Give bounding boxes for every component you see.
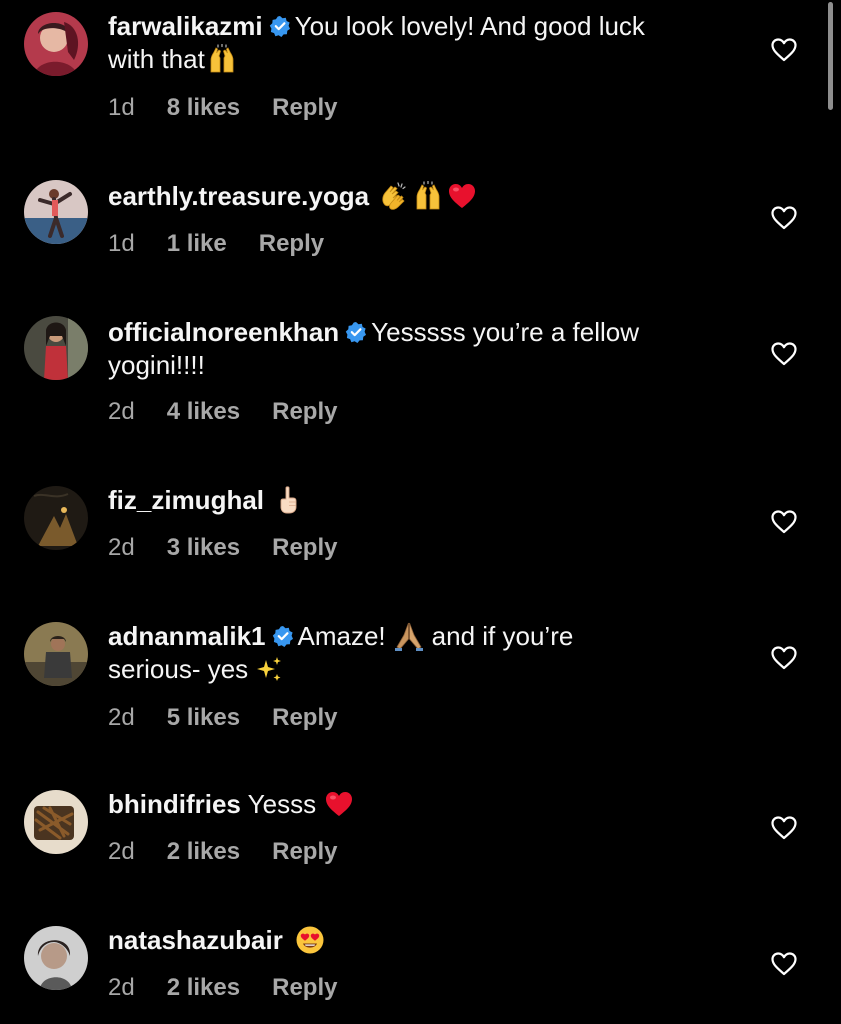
heart-outline-icon[interactable] bbox=[771, 952, 797, 976]
reply-button[interactable]: Reply bbox=[272, 94, 337, 121]
comment-username[interactable]: natashazubair bbox=[108, 925, 283, 955]
avatar[interactable] bbox=[24, 316, 88, 380]
clapping-hands-icon bbox=[379, 181, 409, 211]
heart-outline-icon[interactable] bbox=[771, 646, 797, 670]
comment-meta: 2d 3 likes Reply bbox=[108, 534, 369, 562]
comment-text: Amaze! bbox=[297, 621, 386, 651]
reply-button[interactable]: Reply bbox=[259, 230, 324, 257]
avatar[interactable] bbox=[24, 12, 88, 76]
comment-body: adnanmalik1 Amaze! and if you’re serious- … bbox=[108, 620, 748, 686]
comment-username[interactable]: bhindifries bbox=[108, 789, 241, 819]
comment-meta: 1d 1 like Reply bbox=[108, 230, 356, 258]
comment-meta: 2d 2 likes Reply bbox=[108, 974, 369, 1002]
reply-button[interactable]: Reply bbox=[272, 704, 337, 731]
avatar[interactable] bbox=[24, 790, 88, 854]
likes-count[interactable]: 3 likes bbox=[167, 534, 240, 561]
reply-button[interactable]: Reply bbox=[272, 838, 337, 865]
heart-outline-icon[interactable] bbox=[771, 816, 797, 840]
reply-button[interactable]: Reply bbox=[272, 974, 337, 1001]
comment-text: yogini!!!! bbox=[108, 350, 205, 380]
comment-body: natashazubair bbox=[108, 924, 748, 957]
raising-hands-icon bbox=[207, 44, 237, 74]
comment-text: Yesssss you’re a fellow bbox=[371, 317, 639, 347]
likes-count[interactable]: 5 likes bbox=[167, 704, 240, 731]
comment-body: earthly.treasure.yoga bbox=[108, 180, 748, 213]
comment-text: You look lovely! And good luck bbox=[294, 11, 645, 41]
verified-badge-icon bbox=[269, 15, 291, 37]
heart-outline-icon[interactable] bbox=[771, 510, 797, 534]
comment-meta: 1d 8 likes Reply bbox=[108, 94, 369, 122]
heart-outline-icon[interactable] bbox=[771, 206, 797, 230]
avatar[interactable] bbox=[24, 622, 88, 686]
comment-timestamp: 1d bbox=[108, 230, 135, 257]
likes-count[interactable]: 2 likes bbox=[167, 838, 240, 865]
avatar[interactable] bbox=[24, 180, 88, 244]
comment-body: farwalikazmi You look lovely! And good lu… bbox=[108, 10, 748, 76]
comment-username[interactable]: officialnoreenkhan bbox=[108, 317, 339, 347]
verified-badge-icon bbox=[272, 625, 294, 647]
index-pointing-up-icon bbox=[274, 485, 304, 515]
comment-text: with that bbox=[108, 44, 205, 74]
verified-badge-icon bbox=[345, 321, 367, 343]
heart-outline-icon[interactable] bbox=[771, 38, 797, 62]
reply-button[interactable]: Reply bbox=[272, 534, 337, 561]
raising-hands-icon bbox=[413, 181, 443, 211]
comment-meta: 2d 2 likes Reply bbox=[108, 838, 369, 866]
scrollbar[interactable] bbox=[828, 2, 833, 110]
comment-body: fiz_zimughal bbox=[108, 484, 748, 517]
likes-count[interactable]: 8 likes bbox=[167, 94, 240, 121]
red-heart-icon bbox=[324, 789, 354, 819]
comment-body: bhindifries Yesss bbox=[108, 788, 748, 821]
comment-timestamp: 2d bbox=[108, 534, 135, 561]
comment-timestamp: 2d bbox=[108, 398, 135, 425]
comment-timestamp: 2d bbox=[108, 974, 135, 1001]
comment-timestamp: 2d bbox=[108, 704, 135, 731]
avatar[interactable] bbox=[24, 926, 88, 990]
comment-meta: 2d 5 likes Reply bbox=[108, 704, 369, 732]
comment-username[interactable]: adnanmalik1 bbox=[108, 621, 266, 651]
comment-username[interactable]: earthly.treasure.yoga bbox=[108, 181, 369, 211]
likes-count[interactable]: 4 likes bbox=[167, 398, 240, 425]
comment-body: officialnoreenkhan Yesssss you’re a fello… bbox=[108, 316, 748, 382]
sparkles-icon bbox=[254, 654, 284, 684]
comment-meta: 2d 4 likes Reply bbox=[108, 398, 369, 426]
avatar[interactable] bbox=[24, 486, 88, 550]
comment-text: and if you’re bbox=[431, 621, 574, 651]
reply-button[interactable]: Reply bbox=[272, 398, 337, 425]
comment-username[interactable]: fiz_zimughal bbox=[108, 485, 264, 515]
comment-list: farwalikazmi You look lovely! And good lu… bbox=[0, 0, 841, 1024]
likes-count[interactable]: 1 like bbox=[167, 230, 227, 257]
heart-outline-icon[interactable] bbox=[771, 342, 797, 366]
likes-count[interactable]: 2 likes bbox=[167, 974, 240, 1001]
comment-text: serious- yes bbox=[108, 654, 249, 684]
red-heart-icon bbox=[447, 181, 477, 211]
folded-hands-icon bbox=[394, 621, 424, 651]
heart-eyes-face-icon bbox=[295, 925, 325, 955]
comment-timestamp: 2d bbox=[108, 838, 135, 865]
comment-text: Yesss bbox=[247, 789, 317, 819]
comment-timestamp: 1d bbox=[108, 94, 135, 121]
comment-username[interactable]: farwalikazmi bbox=[108, 11, 263, 41]
